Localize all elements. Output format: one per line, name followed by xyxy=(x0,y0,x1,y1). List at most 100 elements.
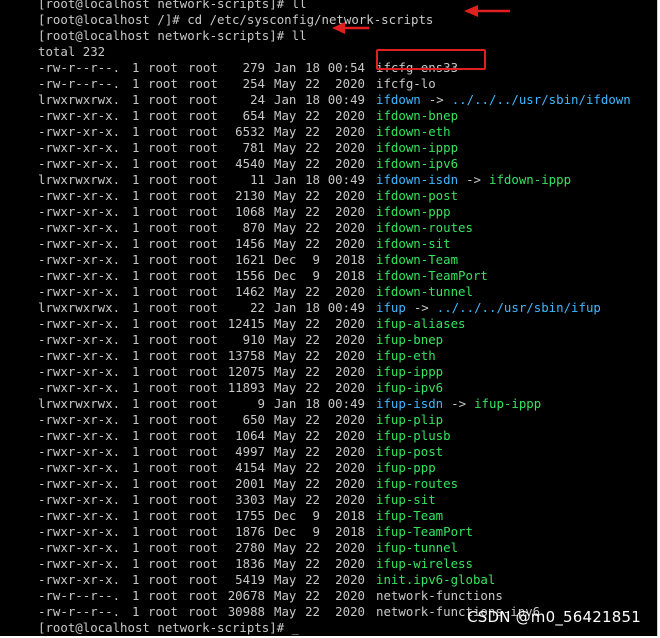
owner: root xyxy=(148,188,178,203)
red-arrow-icon xyxy=(464,5,510,17)
terminal-output: [root@localhost network-scripts]# ll [ro… xyxy=(38,0,631,636)
month: Jan xyxy=(274,396,297,411)
month: May xyxy=(274,316,297,331)
time-or-year: 00:49 xyxy=(327,300,365,315)
file-name: network-functions xyxy=(376,588,503,603)
permissions: -rw-r--r--. xyxy=(38,76,121,91)
owner: root xyxy=(148,588,178,603)
permissions: -rwxr-xr-x. xyxy=(38,316,121,331)
owner: root xyxy=(148,604,178,619)
file-name: ifup-TeamPort xyxy=(376,524,473,539)
file-size: 12415 xyxy=(227,316,265,331)
file-size: 1064 xyxy=(235,428,265,443)
month: May xyxy=(274,476,297,491)
time-or-year: 2018 xyxy=(335,524,365,539)
time-or-year: 2020 xyxy=(335,332,365,347)
day: 22 xyxy=(305,492,320,507)
group: root xyxy=(188,476,218,491)
time-or-year: 00:54 xyxy=(327,60,365,75)
month: May xyxy=(274,588,297,603)
file-size: 4154 xyxy=(235,460,265,475)
day: 18 xyxy=(305,396,320,411)
link-count: 1 xyxy=(132,92,140,107)
month: May xyxy=(274,188,297,203)
day: 22 xyxy=(305,284,320,299)
owner: root xyxy=(148,380,178,395)
permissions: -rw-r--r--. xyxy=(38,604,121,619)
owner: root xyxy=(148,92,178,107)
link-count: 1 xyxy=(132,364,140,379)
group: root xyxy=(188,236,218,251)
symlink-target: ifup-ippp xyxy=(474,396,542,411)
file-row: lrwxrwxrwx. 1 root root 9 Jan 18 00:49 ifup-isdn… xyxy=(38,396,631,412)
group: root xyxy=(188,188,218,203)
day: 9 xyxy=(312,508,320,523)
file-name: ifup-sit xyxy=(376,492,436,507)
file-row: lrwxrwxrwx. 1 root root 11 Jan 18 00:49 ifdown-i… xyxy=(38,172,631,188)
permissions: -rwxr-xr-x. xyxy=(38,508,121,523)
file-row: -rwxr-xr-x. 1 root root 13758 May 22 2020 ifup-e… xyxy=(38,348,631,364)
file-name: ifdown-isdn xyxy=(376,172,459,187)
file-row: -rwxr-xr-x. 1 root root 654 May 22 2020 ifdown-b… xyxy=(38,108,631,124)
group: root xyxy=(188,428,218,443)
owner: root xyxy=(148,76,178,91)
permissions: lrwxrwxrwx. xyxy=(38,396,121,411)
time-or-year: 2020 xyxy=(335,188,365,203)
terminal-window[interactable]: [root@localhost network-scripts]# ll [ro… xyxy=(0,0,658,636)
link-count: 1 xyxy=(132,332,140,347)
time-or-year: 2020 xyxy=(335,220,365,235)
day: 22 xyxy=(305,348,320,363)
permissions: -rwxr-xr-x. xyxy=(38,140,121,155)
file-size: 3303 xyxy=(235,492,265,507)
link-count: 1 xyxy=(132,556,140,571)
total-text: total 232 xyxy=(38,44,106,59)
file-row: -rw-r--r--. 1 root root 279 Jan 18 00:54 ifcfg-e… xyxy=(38,60,631,76)
owner: root xyxy=(148,124,178,139)
partial-prompt-line: [root@localhost network-scripts]# ll xyxy=(38,0,631,12)
owner: root xyxy=(148,364,178,379)
link-count: 1 xyxy=(132,444,140,459)
file-row: -rwxr-xr-x. 1 root root 1456 May 22 2020 ifdown-… xyxy=(38,236,631,252)
link-count: 1 xyxy=(132,540,140,555)
file-name: ifdown-ippp xyxy=(376,140,459,155)
symlink-arrow: -> xyxy=(466,172,481,187)
file-row: -rwxr-xr-x. 1 root root 1755 Dec 9 2018 ifup-Tea… xyxy=(38,508,631,524)
highlight-box-ifcfg-ens33 xyxy=(376,49,486,70)
symlink-arrow: -> xyxy=(413,300,429,315)
day: 22 xyxy=(305,444,320,459)
file-name: ifdown-ppp xyxy=(376,204,451,219)
shell-prompt: [root@localhost /]# xyxy=(38,12,180,27)
symlink-target: ../../../usr/sbin/ifup xyxy=(436,300,601,315)
time-or-year: 2020 xyxy=(335,236,365,251)
file-name: ifup-ppp xyxy=(376,460,436,475)
file-row: -rwxr-xr-x. 1 root root 6532 May 22 2020 ifdown-… xyxy=(38,124,631,140)
day: 9 xyxy=(312,268,320,283)
group: root xyxy=(188,108,218,123)
watermark: CSDN @m0_56421851 xyxy=(467,608,641,626)
day: 22 xyxy=(305,108,320,123)
file-name: ifup-ippp xyxy=(376,364,444,379)
group: root xyxy=(188,204,218,219)
month: Dec xyxy=(274,268,297,283)
file-size: 2001 xyxy=(235,476,265,491)
permissions: lrwxrwxrwx. xyxy=(38,172,121,187)
owner: root xyxy=(148,428,178,443)
symlink-arrow: -> xyxy=(451,396,467,411)
link-count: 1 xyxy=(132,316,140,331)
permissions: -rwxr-xr-x. xyxy=(38,236,121,251)
link-count: 1 xyxy=(132,492,140,507)
month: May xyxy=(274,236,297,251)
day: 22 xyxy=(305,380,320,395)
link-count: 1 xyxy=(132,124,140,139)
time-or-year: 2020 xyxy=(335,476,365,491)
file-size: 20678 xyxy=(227,588,265,603)
month: May xyxy=(274,460,297,475)
day: 22 xyxy=(305,76,320,91)
link-count: 1 xyxy=(132,284,140,299)
link-count: 1 xyxy=(132,300,140,315)
group: root xyxy=(188,604,218,619)
file-row: -rwxr-xr-x. 1 root root 1876 Dec 9 2018 ifup-Tea… xyxy=(38,524,631,540)
time-or-year: 2020 xyxy=(335,284,365,299)
owner: root xyxy=(148,444,178,459)
permissions: lrwxrwxrwx. xyxy=(38,300,121,315)
